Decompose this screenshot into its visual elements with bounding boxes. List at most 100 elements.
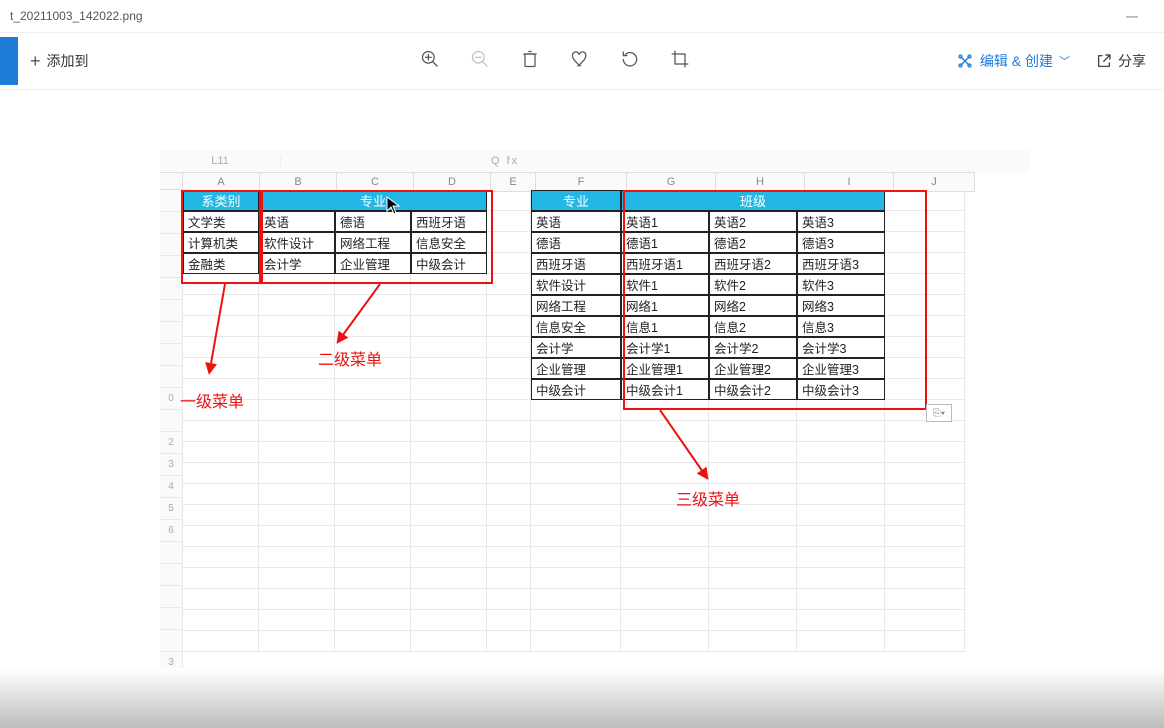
cell[interactable] [709, 568, 797, 589]
cell[interactable] [259, 547, 335, 568]
cell[interactable]: 会计学2 [709, 337, 797, 358]
cell[interactable]: 网络工程 [335, 232, 411, 253]
row-header[interactable] [160, 212, 183, 234]
cell[interactable]: 中级会计1 [621, 379, 709, 400]
row-header[interactable]: 3 [160, 454, 183, 476]
cell[interactable] [709, 463, 797, 484]
cell[interactable]: 软件1 [621, 274, 709, 295]
cell[interactable]: 文学类 [183, 211, 259, 232]
zoom-in-icon[interactable] [420, 49, 440, 74]
cell[interactable] [411, 631, 487, 652]
cell[interactable] [183, 610, 259, 631]
cell[interactable] [259, 631, 335, 652]
row-header[interactable]: 4 [160, 476, 183, 498]
cell[interactable]: 英语3 [797, 211, 885, 232]
cell[interactable] [259, 274, 335, 295]
cell[interactable] [411, 484, 487, 505]
row-header[interactable]: 5 [160, 498, 183, 520]
cell[interactable] [531, 589, 621, 610]
row-header[interactable] [160, 190, 183, 212]
cell[interactable] [487, 295, 531, 316]
cell[interactable]: 软件3 [797, 274, 885, 295]
cell[interactable] [885, 610, 965, 631]
name-box[interactable]: L11 [160, 155, 281, 167]
cell[interactable]: 西班牙语3 [797, 253, 885, 274]
row-header[interactable] [160, 278, 183, 300]
cell[interactable]: 德语2 [709, 232, 797, 253]
cell[interactable] [885, 547, 965, 568]
cell[interactable] [335, 484, 411, 505]
cell[interactable] [259, 421, 335, 442]
row-header[interactable] [160, 564, 183, 586]
cell[interactable] [335, 295, 411, 316]
cell[interactable] [487, 631, 531, 652]
cell[interactable] [797, 547, 885, 568]
row-header[interactable] [160, 366, 183, 388]
cell[interactable] [335, 421, 411, 442]
cell[interactable] [885, 316, 965, 337]
cell[interactable] [411, 547, 487, 568]
cell[interactable]: 金融类 [183, 253, 259, 274]
cell[interactable] [183, 358, 259, 379]
autofill-options-button[interactable]: ⎘▾ [926, 404, 952, 422]
cell[interactable] [709, 484, 797, 505]
cell[interactable] [411, 442, 487, 463]
cell[interactable] [259, 400, 335, 421]
delete-icon[interactable] [520, 49, 540, 74]
cell[interactable]: 德语3 [797, 232, 885, 253]
cell[interactable] [183, 400, 259, 421]
cell[interactable]: 会计学 [259, 253, 335, 274]
cell[interactable]: 西班牙语 [531, 253, 621, 274]
cell[interactable] [487, 400, 531, 421]
edit-create-button[interactable]: 编辑 & 创建 ﹀ [956, 51, 1070, 71]
cell[interactable] [621, 526, 709, 547]
cell[interactable]: 企业管理1 [621, 358, 709, 379]
favorite-icon[interactable] [570, 49, 590, 74]
cell[interactable]: 中级会计2 [709, 379, 797, 400]
cell[interactable] [885, 631, 965, 652]
cell[interactable] [885, 484, 965, 505]
row-header[interactable] [160, 322, 183, 344]
cell[interactable] [183, 379, 259, 400]
cell[interactable] [487, 547, 531, 568]
cell[interactable] [621, 547, 709, 568]
cell[interactable] [335, 526, 411, 547]
cell[interactable]: 计算机类 [183, 232, 259, 253]
cell[interactable]: 信息1 [621, 316, 709, 337]
cell[interactable]: 信息安全 [531, 316, 621, 337]
cell[interactable] [709, 505, 797, 526]
cell[interactable]: 专业 [531, 190, 621, 211]
row-header[interactable] [160, 586, 183, 608]
zoom-out-icon[interactable] [470, 49, 490, 74]
cell[interactable]: 信息2 [709, 316, 797, 337]
cell[interactable]: 德语 [335, 211, 411, 232]
cell[interactable] [885, 211, 965, 232]
cell[interactable] [621, 484, 709, 505]
cell[interactable] [797, 610, 885, 631]
cell[interactable] [885, 589, 965, 610]
cell[interactable] [885, 253, 965, 274]
cell[interactable] [335, 547, 411, 568]
cell[interactable]: 西班牙语2 [709, 253, 797, 274]
cell[interactable] [797, 505, 885, 526]
cell[interactable]: 软件设计 [531, 274, 621, 295]
cell[interactable] [183, 421, 259, 442]
cell[interactable]: 企业管理 [531, 358, 621, 379]
cell[interactable] [531, 547, 621, 568]
cell[interactable]: 软件设计 [259, 232, 335, 253]
cell[interactable]: 英语 [259, 211, 335, 232]
rotate-icon[interactable] [620, 49, 640, 74]
cell[interactable] [885, 421, 965, 442]
cell[interactable] [183, 442, 259, 463]
cell[interactable] [487, 526, 531, 547]
cell[interactable] [335, 442, 411, 463]
cell[interactable]: 网络工程 [531, 295, 621, 316]
share-button[interactable]: 分享 [1096, 51, 1146, 71]
cell[interactable] [885, 400, 965, 421]
cell[interactable] [411, 295, 487, 316]
cell[interactable] [183, 274, 259, 295]
cell[interactable] [885, 379, 965, 400]
cell[interactable]: 企业管理2 [709, 358, 797, 379]
cell[interactable]: 中级会计 [531, 379, 621, 400]
column-header[interactable]: C [337, 172, 414, 192]
